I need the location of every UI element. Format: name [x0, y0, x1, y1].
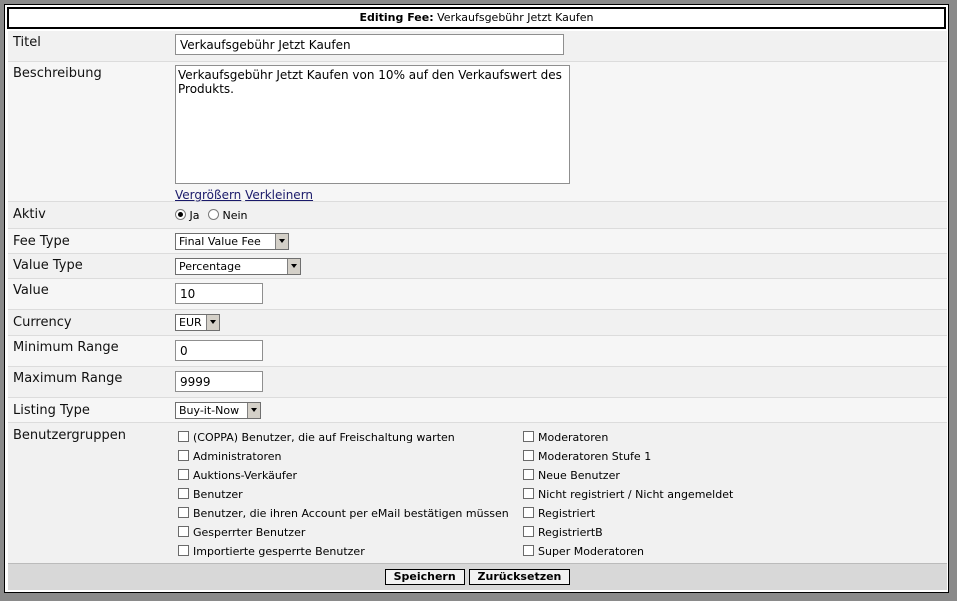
usergroup-checkbox[interactable]: [523, 526, 534, 537]
usergroup-checkbox[interactable]: [178, 469, 189, 480]
row-value: Value: [8, 279, 947, 310]
usergroup-checkbox[interactable]: [178, 526, 189, 537]
usergroup-item[interactable]: Importierte gesperrte Benutzer: [178, 542, 509, 561]
usergroup-item[interactable]: Registriert: [523, 504, 733, 523]
form-footer: Speichern Zurücksetzen: [8, 563, 947, 590]
beschreibung-label: Beschreibung: [13, 66, 102, 81]
usergroup-checkbox[interactable]: [523, 545, 534, 556]
fee-type-label: Fee Type: [13, 234, 70, 249]
min-range-input[interactable]: [175, 340, 263, 361]
currency-label: Currency: [13, 315, 72, 330]
value-type-label: Value Type: [13, 258, 83, 273]
usergroup-item[interactable]: Benutzer, die ihren Account per eMail be…: [178, 504, 509, 523]
chevron-down-icon: [247, 403, 260, 418]
value-type-value: Percentage: [179, 260, 241, 273]
aktiv-yes-label: Ja: [189, 209, 200, 222]
currency-select[interactable]: EUR: [175, 314, 220, 331]
titel-label: Titel: [13, 35, 41, 50]
save-button[interactable]: Speichern: [384, 569, 465, 585]
max-range-label: Maximum Range: [13, 371, 123, 386]
usergroup-item[interactable]: Administratoren: [178, 447, 509, 466]
row-value-type: Value Type Percentage: [8, 254, 947, 279]
usergroup-checkbox[interactable]: [178, 450, 189, 461]
min-range-label: Minimum Range: [13, 340, 119, 355]
header-prefix: Editing Fee:: [359, 11, 434, 24]
aktiv-yes-radio[interactable]: [175, 209, 186, 220]
value-label: Value: [13, 283, 49, 298]
usergroup-item[interactable]: Auktions-Verkäufer: [178, 466, 509, 485]
row-usergroups: Benutzergruppen (COPPA) Benutzer, die au…: [8, 423, 947, 563]
row-max-range: Maximum Range: [8, 367, 947, 398]
usergroup-item[interactable]: RegistriertB: [523, 523, 733, 542]
row-fee-type: Fee Type Final Value Fee: [8, 229, 947, 254]
panel-header: Editing Fee: Verkaufsgebühr Jetzt Kaufen: [7, 7, 946, 29]
aktiv-no-label: Nein: [222, 209, 248, 222]
edit-fee-panel: Editing Fee: Verkaufsgebühr Jetzt Kaufen…: [4, 4, 949, 593]
row-beschreibung: Beschreibung Verkaufsgebühr Jetzt Kaufen…: [8, 62, 947, 202]
beschreibung-textarea[interactable]: Verkaufsgebühr Jetzt Kaufen von 10% auf …: [175, 65, 570, 184]
usergroup-checkbox[interactable]: [178, 545, 189, 556]
usergroups-left-column: (COPPA) Benutzer, die auf Freischaltung …: [178, 428, 509, 561]
listing-type-select[interactable]: Buy-it-Now: [175, 402, 261, 419]
row-currency: Currency EUR: [8, 310, 947, 336]
listing-type-label: Listing Type: [13, 403, 90, 418]
enlarge-link[interactable]: Vergrößern: [175, 188, 241, 202]
max-range-input[interactable]: [175, 371, 263, 392]
usergroup-checkbox[interactable]: [523, 469, 534, 480]
usergroup-checkbox[interactable]: [523, 450, 534, 461]
chevron-down-icon: [206, 315, 219, 330]
shrink-link[interactable]: Verkleinern: [245, 188, 313, 202]
usergroup-checkbox[interactable]: [178, 507, 189, 518]
usergroup-checkbox[interactable]: [178, 431, 189, 442]
reset-button[interactable]: Zurücksetzen: [468, 569, 571, 585]
listing-type-value: Buy-it-Now: [179, 404, 240, 417]
usergroup-item[interactable]: Moderatoren Stufe 1: [523, 447, 733, 466]
row-titel: Titel: [8, 31, 947, 62]
row-min-range: Minimum Range: [8, 336, 947, 367]
currency-value: EUR: [179, 316, 202, 329]
usergroup-checkbox[interactable]: [178, 488, 189, 499]
chevron-down-icon: [275, 234, 288, 249]
chevron-down-icon: [287, 259, 300, 274]
aktiv-label: Aktiv: [13, 207, 46, 222]
usergroup-item[interactable]: Nicht registriert / Nicht angemeldet: [523, 485, 733, 504]
usergroups-label: Benutzergruppen: [13, 428, 127, 443]
usergroup-checkbox[interactable]: [523, 488, 534, 499]
row-listing-type: Listing Type Buy-it-Now: [8, 398, 947, 423]
aktiv-no-radio[interactable]: [208, 209, 219, 220]
usergroup-checkbox[interactable]: [523, 507, 534, 518]
usergroup-item[interactable]: Super Moderatoren: [523, 542, 733, 561]
value-input[interactable]: [175, 283, 263, 304]
row-aktiv: Aktiv Ja Nein: [8, 202, 947, 229]
value-type-select[interactable]: Percentage: [175, 258, 301, 275]
usergroup-item[interactable]: Moderatoren: [523, 428, 733, 447]
titel-input[interactable]: [175, 34, 564, 55]
usergroup-item[interactable]: Benutzer: [178, 485, 509, 504]
usergroup-item[interactable]: Neue Benutzer: [523, 466, 733, 485]
header-title: Verkaufsgebühr Jetzt Kaufen: [437, 11, 594, 24]
fee-type-select[interactable]: Final Value Fee: [175, 233, 289, 250]
usergroup-item[interactable]: Gesperrter Benutzer: [178, 523, 509, 542]
fee-type-value: Final Value Fee: [179, 235, 261, 248]
usergroup-item[interactable]: (COPPA) Benutzer, die auf Freischaltung …: [178, 428, 509, 447]
usergroup-checkbox[interactable]: [523, 431, 534, 442]
usergroups-right-column: Moderatoren Moderatoren Stufe 1 Neue Ben…: [523, 428, 733, 561]
